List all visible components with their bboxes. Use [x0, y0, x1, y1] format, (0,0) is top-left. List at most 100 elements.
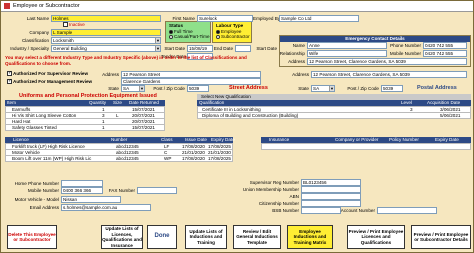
account-label: Account Number [340, 208, 375, 213]
update-inductions-button[interactable]: Update Lists of Inductions and Training [185, 225, 227, 249]
radio-icon [216, 34, 220, 39]
status-option-label: Casual/Part-Time [174, 34, 210, 39]
em-name-label: Name [292, 43, 305, 48]
table-row[interactable]: Boom Lift over 11m (WP) High Risk Lic abc… [5, 155, 233, 162]
em-phone-label: Phone Number [390, 43, 421, 48]
cell: 17/08/2020 [182, 156, 205, 161]
chevron-down-icon[interactable]: ▼ [329, 86, 334, 91]
em-mobile-field[interactable]: 0420 742 555 [423, 50, 467, 57]
mv-field[interactable]: Nissan [61, 196, 121, 203]
mobile-field[interactable]: 0400 366 366 [61, 187, 103, 194]
window-title: Employee or Subcontractor [13, 3, 80, 9]
cell: Diploma of Building and Construction (Bu… [202, 113, 299, 118]
employed-by-field[interactable]: Sample Co Ltd [279, 15, 359, 22]
street-address-caption: Street Address [229, 85, 268, 91]
end-date-label: End Date [213, 46, 233, 51]
address-line2[interactable]: Clarence Gardens [121, 78, 261, 85]
postal-address-caption: Postal Address [417, 85, 457, 91]
last-name-field[interactable]: Holmes [51, 15, 161, 22]
start-date-field[interactable]: 15/08/19 [187, 45, 213, 52]
delete-button[interactable]: Delete This Employee or Subcontractor [7, 225, 57, 249]
post-field[interactable]: 5039 [187, 85, 209, 92]
bsb-field[interactable] [301, 207, 341, 214]
chevron-down-icon[interactable]: ▼ [155, 46, 160, 51]
address-label: Address [102, 72, 119, 77]
cell: 1 [102, 125, 105, 130]
postal-address-field[interactable]: 12 Pearson Street, Clarence Gardens, SA … [311, 71, 467, 78]
table-row[interactable]: Safety Glasses Tinted 1 15/07/2021 [5, 124, 165, 131]
home-phone-label: Home Phone Number [14, 181, 59, 186]
account-field[interactable] [377, 207, 437, 214]
mv-label: Motor Vehicle - Model [14, 197, 59, 202]
industry-value: General Building [53, 46, 87, 51]
end-date-field[interactable] [235, 45, 251, 52]
abn-field[interactable] [301, 193, 361, 200]
update-licences-button[interactable]: Update Lists of Licences, Qualifications… [101, 225, 143, 249]
postal-state-value: SA [313, 86, 320, 91]
postal-state-field[interactable]: SA ▼ [311, 85, 335, 92]
first-name-label: First Name [172, 16, 195, 21]
em-rel-label: Relationship [279, 51, 305, 56]
industry-label: Industry / Specialty [10, 46, 49, 51]
labour-subcontractor[interactable]: Subcontractor [213, 34, 251, 39]
status-casual[interactable]: Casual/Part-Time [166, 34, 210, 39]
review-inductions-button[interactable]: Review / Edit General Inductions Templat… [233, 225, 281, 249]
union-field[interactable] [301, 186, 361, 193]
supervisor-reg-label: Supervisor Reg Number [249, 180, 299, 185]
employee-window: Employee or Subcontractor Last Name Holm… [0, 0, 474, 253]
table-row[interactable] [261, 143, 471, 150]
em-rel-field[interactable]: Wife [307, 50, 387, 57]
em-phone-field[interactable]: 0420 742 555 [423, 42, 467, 49]
preview-licences-button[interactable]: Preview / Print Employee Licences and Qu… [347, 225, 405, 249]
email-field[interactable]: s.holmes@sample.com.au [61, 204, 151, 211]
classification-value: Locksmith [53, 38, 74, 43]
cell: 17/08/2025 [208, 156, 231, 161]
first-name-field[interactable]: Surelock [197, 15, 253, 22]
preview-details-button[interactable]: Preview / Print Employee or Subcontracto… [411, 225, 471, 249]
state-value: SA [123, 86, 130, 91]
mobile-label: Mobile Number [27, 188, 59, 193]
post-label: Post / Zip Code [153, 86, 185, 91]
industry-warning: You may select a different Industry Type… [5, 55, 247, 66]
industry-field[interactable]: General Building ▼ [51, 45, 161, 52]
postal-address-label: Address [292, 72, 309, 77]
employed-by-label: Employed By [253, 16, 281, 21]
start-date-label: Start Date [164, 46, 185, 51]
inactive-label: Inactive [69, 22, 85, 27]
em-addr-field[interactable]: 12 Pearson Street, Clarence Gardens, SA … [307, 58, 467, 65]
company-field[interactable]: L Sample [51, 29, 161, 36]
bsb-label: BSB Number [272, 208, 299, 213]
last-name-label: Last Name [26, 16, 49, 21]
postal-post-field[interactable]: 5039 [381, 85, 403, 92]
cell: Boom Lift over 11m (WP) High Risk Lic [12, 156, 92, 161]
training-matrix-button[interactable]: Employee Inductions and Training Matrix [287, 225, 333, 249]
check-label: Authorized For Supervisor Review [13, 71, 89, 76]
state-label: State [108, 86, 119, 91]
citizenship-field[interactable] [301, 200, 361, 207]
abn-label: ABN [289, 194, 299, 199]
status-group: Status Full Time Casual/Part-Time [165, 21, 211, 43]
em-name-field[interactable]: Anne [307, 42, 387, 49]
radio-icon [169, 34, 173, 39]
chevron-down-icon[interactable]: ▼ [155, 38, 160, 43]
labour-title: Labour Type [216, 23, 244, 28]
chevron-down-icon[interactable]: ▼ [139, 86, 144, 91]
app-icon [4, 3, 10, 9]
table-row[interactable]: Diploma of Building and Construction (Bu… [197, 112, 471, 119]
state-field[interactable]: SA ▼ [121, 85, 145, 92]
home-phone-field[interactable] [61, 180, 103, 187]
start-date2-label: Start Date [256, 46, 277, 51]
postal-state-label: State [298, 86, 309, 91]
management-review-checkbox[interactable]: Authorized For Management Review [7, 78, 92, 85]
address-line1[interactable]: 12 Pearson Street [121, 71, 261, 78]
checkbox-icon [7, 78, 12, 85]
supervisor-review-checkbox[interactable]: Authorized For Supervisor Review [7, 70, 89, 77]
cell: 5/06/2021 [440, 113, 461, 118]
uniform-title: Uniforms and Personal Protection Equipme… [19, 93, 157, 99]
labour-group: Labour Type Employee Subcontractor [212, 21, 252, 43]
inactive-checkbox[interactable]: Inactive [63, 22, 85, 28]
done-button[interactable]: Done [147, 225, 177, 249]
classification-field[interactable]: Locksmith ▼ [51, 37, 161, 44]
supervisor-reg-field[interactable]: BL0123456 [301, 179, 361, 186]
fax-field[interactable] [137, 187, 177, 194]
